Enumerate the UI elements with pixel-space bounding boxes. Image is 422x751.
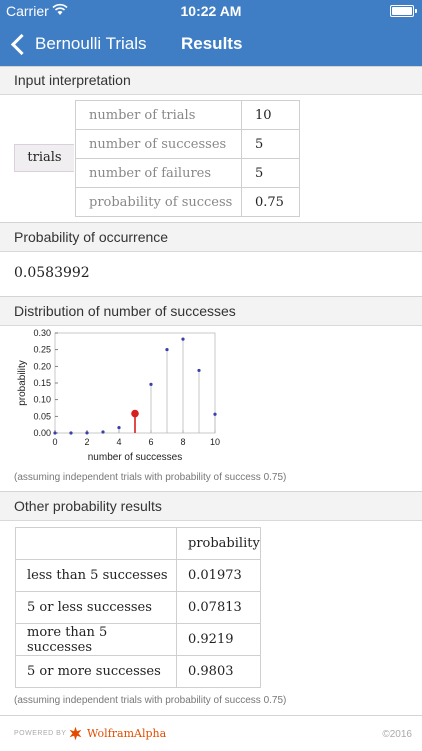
chevron-left-icon xyxy=(10,33,33,55)
input-category-trials: trials xyxy=(14,144,74,172)
y-tick-label: 0.20 xyxy=(33,361,51,371)
x-tick-label: 8 xyxy=(180,437,185,447)
input-value: 10 xyxy=(241,100,300,130)
back-button[interactable]: Bernoulli Trials xyxy=(10,22,147,66)
table-row: less than 5 successes 0.01973 xyxy=(15,559,261,592)
data-point xyxy=(181,337,185,341)
result-label: 5 or less successes xyxy=(15,591,177,624)
input-label: number of successes xyxy=(75,129,242,159)
probability-occurrence-value: 0.0583992 xyxy=(14,265,90,281)
input-label: number of failures xyxy=(75,158,242,188)
table-row: probability of success 0.75 xyxy=(75,187,300,217)
table-row: 5 or more successes 0.9803 xyxy=(15,655,261,688)
table-row: more than 5 successes 0.9219 xyxy=(15,623,261,656)
data-point xyxy=(197,368,201,373)
x-tick-label: 0 xyxy=(52,437,57,447)
nav-bar: Bernoulli Trials Results xyxy=(0,22,422,66)
other-results-table: probability less than 5 successes 0.0197… xyxy=(15,527,261,688)
y-tick-label: 0.30 xyxy=(33,328,51,338)
data-point xyxy=(149,382,153,386)
result-value: 0.9803 xyxy=(176,655,261,688)
probability-occurrence-header: Probability of occurrence xyxy=(0,222,422,252)
y-tick-label: 0.00 xyxy=(33,428,51,438)
table-row: number of failures 5 xyxy=(75,158,300,188)
clock: 10:22 AM xyxy=(180,3,242,19)
other-results-header: Other probability results xyxy=(0,491,422,521)
distribution-chart: 0 2 4 6 8 10 0.00 0.05 0.10 0.15 0.20 0.25 0.30 num… xyxy=(17,328,220,463)
x-tick-label: 4 xyxy=(116,437,121,447)
data-point xyxy=(85,431,89,435)
input-value: 0.75 xyxy=(241,187,300,217)
input-label: number of trials xyxy=(75,100,242,130)
powered-by-label: POWERED BY xyxy=(14,730,67,737)
empty-header-cell xyxy=(15,527,177,560)
data-point xyxy=(165,347,169,352)
highlighted-data-point xyxy=(131,409,139,418)
back-button-label: Bernoulli Trials xyxy=(35,34,147,53)
table-header-row: probability xyxy=(15,527,261,560)
column-header: probability xyxy=(176,527,261,560)
input-value: 5 xyxy=(241,158,300,188)
table-row: number of successes 5 xyxy=(75,129,300,159)
result-label: 5 or more successes xyxy=(15,655,177,688)
result-value: 0.9219 xyxy=(176,623,261,656)
x-tick-label: 6 xyxy=(148,437,153,447)
battery-icon xyxy=(390,5,417,17)
y-axis-label: probability xyxy=(17,360,28,406)
table-row: number of trials 10 xyxy=(75,100,300,130)
x-axis-label: number of successes xyxy=(88,452,183,463)
y-tick-label: 0.05 xyxy=(33,411,51,421)
other-results-assumption: (assuming independent trials with probab… xyxy=(14,695,287,706)
result-value: 0.01973 xyxy=(176,559,261,592)
y-tick-label: 0.25 xyxy=(33,345,51,355)
wolframalpha-logo[interactable]: WolframAlpha xyxy=(87,727,166,740)
y-tick-label: 0.15 xyxy=(33,378,51,388)
result-label: more than 5 successes xyxy=(15,623,177,656)
x-tick-label: 2 xyxy=(84,437,89,447)
distribution-assumption: (assuming independent trials with probab… xyxy=(14,472,287,483)
result-value: 0.07813 xyxy=(176,591,261,624)
table-row: 5 or less successes 0.07813 xyxy=(15,591,261,624)
input-table: number of trials 10 number of successes … xyxy=(75,100,300,217)
data-point xyxy=(53,431,57,435)
result-label: less than 5 successes xyxy=(15,559,177,592)
data-point xyxy=(101,430,105,434)
input-label: probability of success xyxy=(75,187,242,217)
input-value: 5 xyxy=(241,129,300,159)
x-tick-label: 10 xyxy=(210,437,220,447)
distribution-header: Distribution of number of successes xyxy=(0,296,422,326)
data-point xyxy=(117,426,121,430)
footer: POWERED BY WolframAlpha ©2016 xyxy=(0,715,422,751)
page-title: Results xyxy=(181,34,243,53)
status-bar: Carrier 10:22 AM xyxy=(0,0,422,22)
data-point xyxy=(69,431,73,435)
data-point xyxy=(213,412,217,416)
input-interpretation-header: Input interpretation xyxy=(0,66,422,95)
wolfram-star-icon xyxy=(69,726,82,741)
copyright: ©2016 xyxy=(382,729,412,740)
y-tick-label: 0.10 xyxy=(33,395,51,405)
